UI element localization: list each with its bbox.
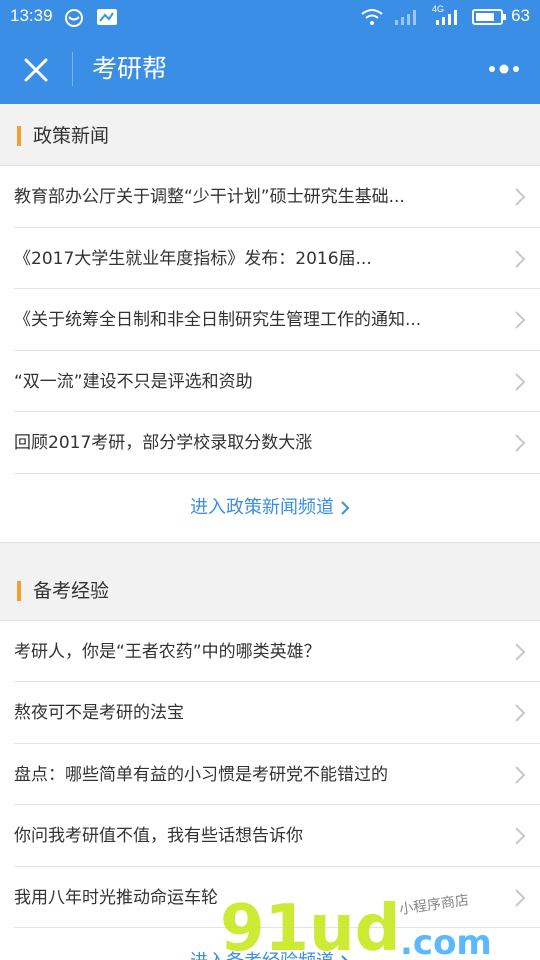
status-time: 13:39 [10, 6, 53, 25]
chat-bubble-icon [65, 9, 83, 27]
chevron-right-icon [515, 642, 526, 661]
section-header: 备考经验 [0, 558, 540, 621]
section-header: 政策新闻 [0, 104, 540, 166]
list-item-title: 熬夜可不是考研的法宝 [14, 703, 184, 723]
page-title: 考研帮 [92, 54, 168, 83]
main-content: 政策新闻 教育部办公厅关于调整“少干计划”硕士研究生基础... 《2017大学生… [0, 104, 540, 960]
list-item[interactable]: 考研人，你是“王者农药”中的哪类英雄？ [14, 621, 540, 682]
section-gap [0, 541, 540, 559]
channel-link-label: 进入备考经验频道 [0, 949, 540, 960]
section-accent-bar [17, 580, 21, 601]
list-item[interactable]: 你问我考研值不值，我有些话想告诉你 [14, 805, 540, 867]
chevron-right-icon [515, 704, 526, 722]
list-item[interactable]: 回顾2017考研，部分学校录取分数大涨 [14, 412, 540, 474]
policy-news-channel-link[interactable]: 进入政策新闻频道 [0, 474, 540, 542]
list-item[interactable]: “双一流”建设不只是评选和资助 [14, 351, 540, 412]
chevron-right-icon [515, 188, 526, 206]
list-item-title: 《关于统筹全日制和非全日制研究生管理工作的通知... [14, 310, 422, 330]
list-item-title: 《2017大学生就业年度指标》发布：2016届... [14, 248, 372, 269]
signal-icon [395, 10, 416, 25]
chevron-right-icon [515, 434, 526, 452]
list-item[interactable]: 教育部办公厅关于调整“少干计划”硕士研究生基础... [14, 166, 540, 228]
chevron-right-icon [515, 765, 526, 784]
list-item-title: 盘点：哪些简单有益的小习惯是考研党不能错过的 [14, 764, 388, 785]
list-item[interactable]: 《关于统筹全日制和非全日制研究生管理工作的通知... [14, 289, 540, 351]
chevron-right-icon [341, 955, 348, 960]
exam-prep-list: 考研人，你是“王者农药”中的哪类英雄？ 熬夜可不是考研的法宝 盘点：哪些简单有益… [0, 621, 540, 928]
section-accent-bar [17, 126, 21, 146]
channel-link-label: 进入政策新闻频道 [0, 495, 540, 521]
chevron-right-icon [515, 827, 526, 845]
signal-4g-icon [436, 10, 457, 25]
section-title: 备考经验 [33, 579, 110, 602]
wifi-icon [361, 9, 383, 25]
list-item[interactable]: 熬夜可不是考研的法宝 [14, 682, 540, 744]
chevron-right-icon [515, 888, 526, 907]
list-item-title: 考研人，你是“王者农药”中的哪类英雄？ [14, 641, 321, 662]
list-item-title: 你问我考研值不值，我有些话想告诉你 [14, 826, 303, 846]
more-dots-icon[interactable] [486, 56, 522, 82]
close-icon[interactable] [20, 54, 52, 86]
nav-divider [72, 52, 73, 86]
exam-prep-section: 备考经验 考研人，你是“王者农药”中的哪类英雄？ 熬夜可不是考研的法宝 盘点：哪… [0, 558, 540, 960]
chevron-right-icon [341, 500, 350, 515]
list-item-title: 教育部办公厅关于调整“少干计划”硕士研究生基础... [14, 187, 405, 207]
status-bar: 13:39 4G 63 [0, 0, 540, 34]
chevron-right-icon [515, 311, 526, 329]
list-item-title: 回顾2017考研，部分学校录取分数大涨 [14, 433, 313, 453]
channel-link-text: 进入政策新闻频道 [190, 496, 334, 518]
battery-icon [472, 9, 506, 25]
chevron-right-icon [515, 249, 526, 268]
battery-level: 63 [511, 6, 530, 25]
chevron-right-icon [515, 372, 526, 391]
channel-link-text: 进入备考经验频道 [190, 951, 334, 960]
list-item[interactable]: 我用八年时光推动命运车轮 [14, 867, 540, 928]
list-item[interactable]: 盘点：哪些简单有益的小习惯是考研党不能错过的 [14, 744, 540, 805]
policy-news-section: 政策新闻 教育部办公厅关于调整“少干计划”硕士研究生基础... 《2017大学生… [0, 104, 540, 542]
mail-icon [97, 9, 117, 25]
section-title: 政策新闻 [33, 125, 110, 147]
exam-prep-channel-link[interactable]: 进入备考经验频道 [0, 928, 540, 960]
list-item-title: 我用八年时光推动命运车轮 [14, 887, 218, 908]
list-item[interactable]: 《2017大学生就业年度指标》发布：2016届... [14, 228, 540, 289]
navigation-bar: 考研帮 [0, 34, 540, 104]
list-item-title: “双一流”建设不只是评选和资助 [14, 371, 253, 392]
policy-news-list: 教育部办公厅关于调整“少干计划”硕士研究生基础... 《2017大学生就业年度指… [0, 166, 540, 474]
